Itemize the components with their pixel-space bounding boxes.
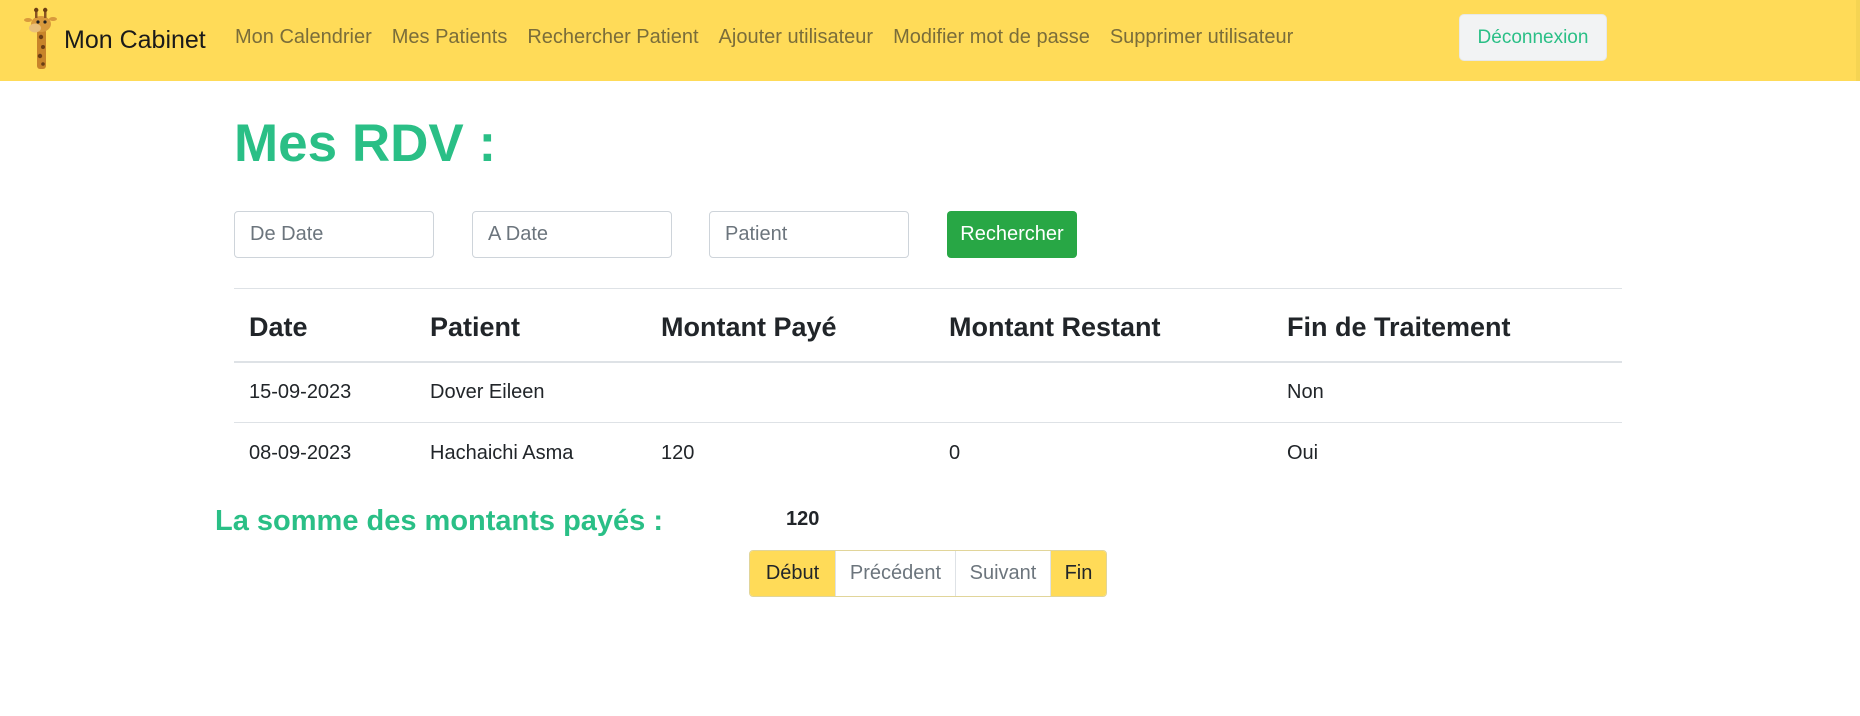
cell-fin-traitement: Oui [1287,441,1319,464]
column-header-montant-paye[interactable]: Montant Payé [646,289,934,362]
cell-patient: Dover Eileen [430,380,545,403]
nav-link-rechercher-patient[interactable]: Rechercher Patient [527,26,698,49]
column-header-patient[interactable]: Patient [415,289,646,362]
nav-link-supprimer-utilisateur[interactable]: Supprimer utilisateur [1110,26,1293,49]
logout-button[interactable]: Déconnexion [1459,14,1607,61]
table-row[interactable]: 15-09-2023 Dover Eileen Non [234,362,1622,423]
brand-name: Mon Cabinet [64,25,206,54]
page-title: Mes RDV : [234,114,497,173]
nav-link-modifier-mot-de-passe[interactable]: Modifier mot de passe [893,26,1090,49]
table-header-row: Date Patient Montant Payé Montant Restan… [234,288,1622,362]
total-paid-value: 120 [786,508,820,530]
pagination: Début Précédent Suivant Fin [749,550,1107,597]
top-navbar: Mon Cabinet Mon Calendrier Mes Patients … [0,0,1860,81]
pagination-first-button[interactable]: Début [750,551,835,596]
column-header-montant-restant[interactable]: Montant Restant [934,289,1272,362]
cell-date: 15-09-2023 [249,380,352,403]
cell-fin-traitement: Non [1287,380,1324,403]
column-header-date[interactable]: Date [234,289,415,362]
brand[interactable]: Mon Cabinet [18,7,206,73]
cell-montant-paye [646,362,934,423]
cell-montant-paye: 120 [661,441,695,464]
giraffe-logo-icon [24,7,57,69]
appointments-table: Date Patient Montant Payé Montant Restan… [234,288,1622,484]
date-to-input[interactable] [472,211,672,258]
cell-date: 08-09-2023 [249,441,352,464]
cell-montant-restant [934,362,1272,423]
table-row[interactable]: 08-09-2023 Hachaichi Asma 120 0 Oui [234,422,1622,484]
date-from-input[interactable] [234,211,434,258]
nav-links: Mon Calendrier Mes Patients Rechercher P… [235,26,1313,49]
patient-input[interactable] [709,211,909,258]
column-header-fin-traitement[interactable]: Fin de Traitement [1272,289,1622,362]
nav-link-ajouter-utilisateur[interactable]: Ajouter utilisateur [719,26,874,49]
pagination-last-button[interactable]: Fin [1050,551,1106,596]
pagination-next-button[interactable]: Suivant [955,551,1050,596]
cell-montant-restant: 0 [949,441,961,464]
appointments-table-wrapper: Date Patient Montant Payé Montant Restan… [234,288,1622,484]
nav-link-calendrier[interactable]: Mon Calendrier [235,26,372,49]
search-button[interactable]: Rechercher [947,211,1077,258]
cell-patient: Hachaichi Asma [430,441,574,464]
nav-link-mes-patients[interactable]: Mes Patients [392,26,508,49]
total-paid-label: La somme des montants payés : [215,505,664,537]
pagination-prev-button[interactable]: Précédent [835,551,955,596]
